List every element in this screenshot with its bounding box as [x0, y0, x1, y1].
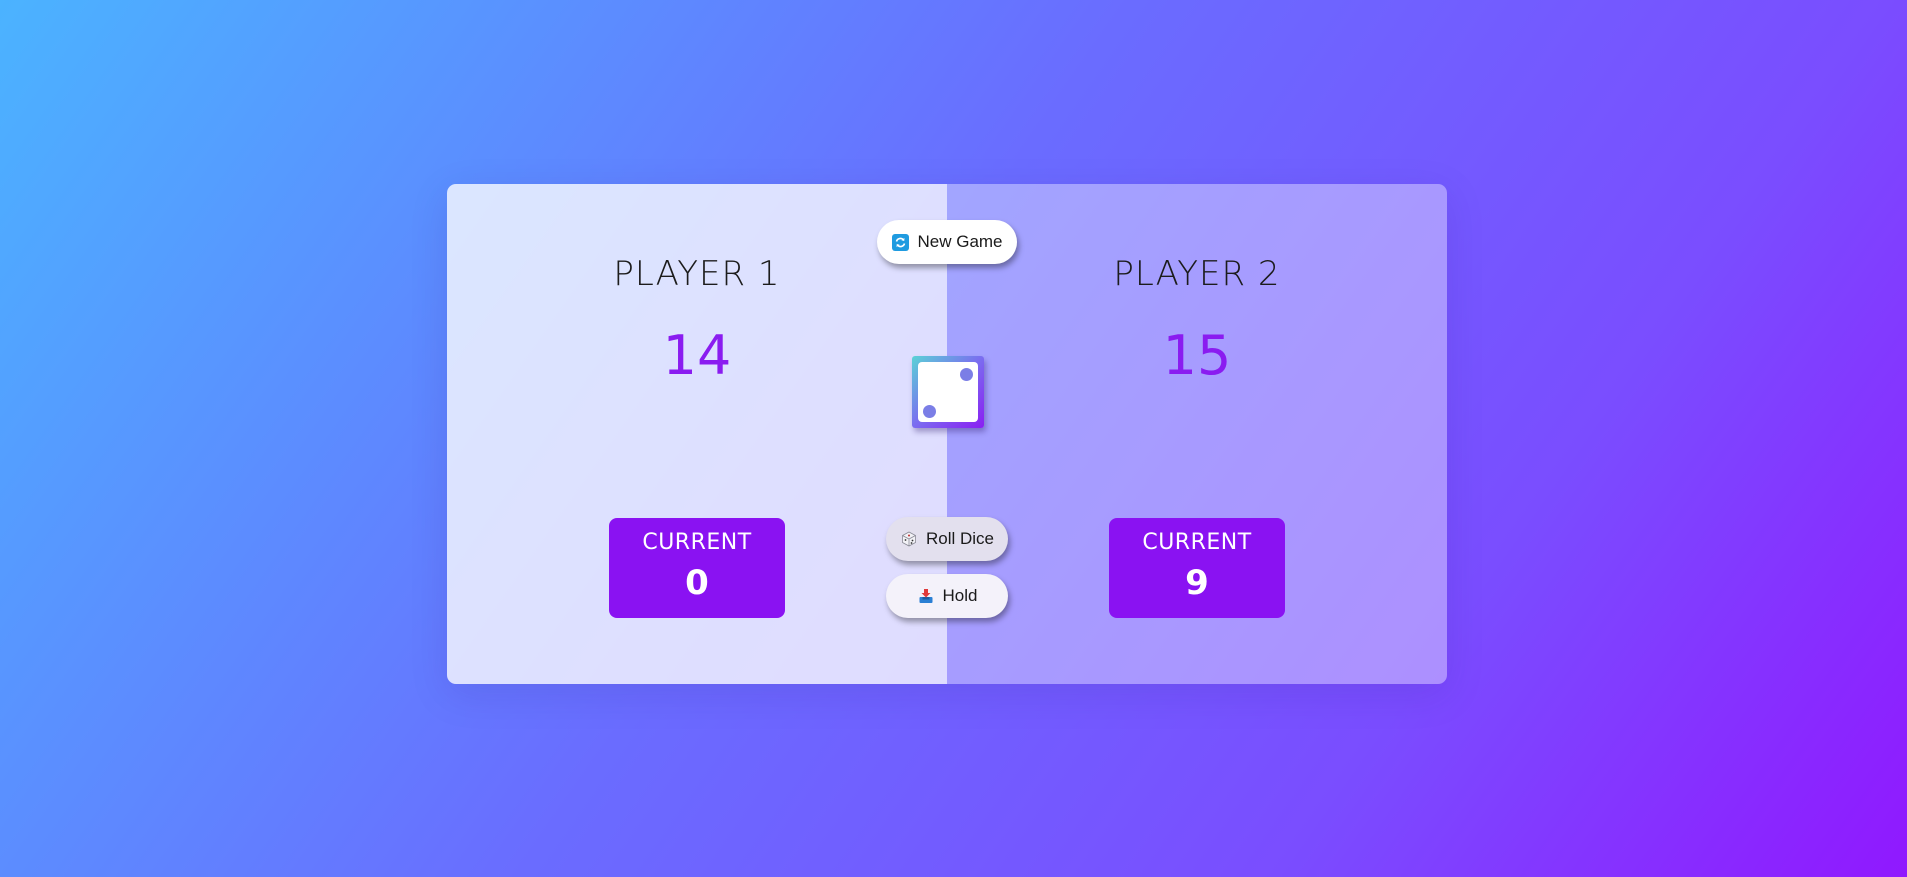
inbox-tray-icon	[917, 587, 935, 605]
player-1-current-box: CURRENT 0	[609, 518, 785, 618]
player-1-panel: PLAYER 1 14 CURRENT 0	[447, 184, 947, 684]
player-2-current-label: CURRENT	[1142, 530, 1252, 555]
refresh-icon	[891, 233, 909, 251]
dice-face-two-icon	[918, 362, 978, 422]
player-2-current-box: CURRENT 9	[1109, 518, 1285, 618]
roll-dice-button[interactable]: Roll Dice	[886, 517, 1008, 561]
hold-label: Hold	[942, 586, 978, 605]
player-1-total-score: 14	[662, 324, 732, 387]
player-2-name: PLAYER 2	[1113, 254, 1281, 294]
new-game-label: New Game	[917, 232, 1003, 251]
player-2-current-score: 9	[1185, 563, 1209, 603]
dice-pip	[960, 368, 973, 381]
player-1-current-score: 0	[685, 563, 709, 603]
player-1-name: PLAYER 1	[613, 254, 781, 294]
new-game-button[interactable]: New Game	[877, 220, 1017, 264]
dice	[912, 356, 984, 428]
dice-icon	[900, 530, 918, 548]
roll-dice-label: Roll Dice	[925, 529, 995, 548]
player-1-current-label: CURRENT	[642, 530, 752, 555]
player-2-total-score: 15	[1162, 324, 1232, 387]
dice-pip	[923, 405, 936, 418]
player-2-panel: PLAYER 2 15 CURRENT 9	[947, 184, 1447, 684]
hold-button[interactable]: Hold	[886, 574, 1008, 618]
